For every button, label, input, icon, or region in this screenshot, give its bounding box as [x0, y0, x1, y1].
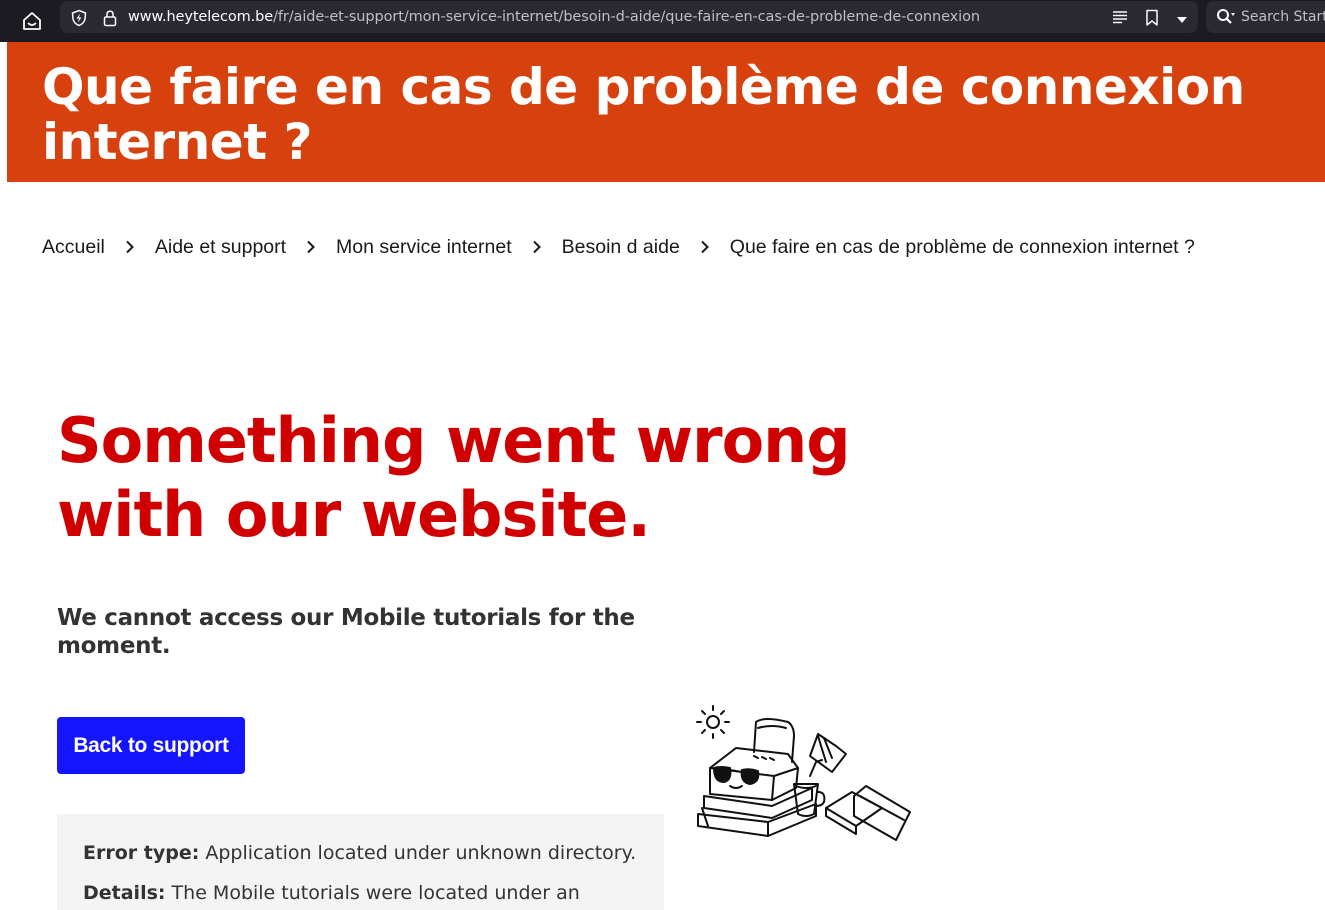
lock-icon[interactable] [102, 9, 118, 32]
error-type-value: Application located under unknown direct… [205, 842, 637, 864]
url-domain: www.heytelecom.be [128, 9, 274, 25]
url-path: /fr/aide-et-support/mon-service-internet… [273, 9, 980, 25]
chevron-right-icon [680, 240, 730, 254]
error-details-panel: Error type: Application located under un… [57, 814, 664, 910]
search-placeholder: Search Start [1241, 9, 1325, 25]
error-type-row: Error type: Application located under un… [83, 842, 636, 864]
breadcrumb-item-aide-et-support[interactable]: Aide et support [155, 236, 286, 259]
breadcrumb: Accueil Aide et support Mon service inte… [42, 233, 1195, 261]
browser-toolbar: www.heytelecom.be/fr/aide-et-support/mon… [0, 0, 1325, 42]
error-title-line-2: with our website. [57, 478, 651, 551]
breadcrumb-item-current: Que faire en cas de problème de connexio… [729, 235, 1195, 258]
chevron-right-icon [512, 240, 562, 254]
page-title: Que faire en cas de problème de connexio… [42, 58, 1245, 171]
breadcrumb-item-mon-service-internet[interactable]: Mon service internet [336, 236, 512, 259]
reader-view-icon[interactable] [1112, 10, 1128, 29]
url-text[interactable]: www.heytelecom.be/fr/aide-et-support/mon… [128, 1, 1128, 33]
chevron-right-icon [286, 240, 336, 254]
relaxing-router-illustration [686, 696, 918, 846]
page-hero-banner: Que faire en cas de problème de connexio… [7, 42, 1325, 182]
back-to-support-button[interactable]: Back to support [57, 717, 245, 774]
chevron-right-icon [105, 240, 155, 254]
error-subtitle: We cannot access our Mobile tutorials fo… [57, 605, 635, 659]
bookmark-icon[interactable] [1145, 9, 1159, 32]
home-icon[interactable] [16, 5, 48, 37]
search-box[interactable]: Search Start [1206, 1, 1325, 33]
error-title: Something went wrong with our website. [57, 404, 937, 552]
error-title-line-1: Something went wrong [57, 404, 851, 477]
tracking-protection-shield-icon[interactable] [70, 9, 88, 32]
error-type-label: Error type: [83, 842, 200, 864]
breadcrumb-item-accueil[interactable]: Accueil [42, 236, 105, 259]
error-details-label: Details: [83, 882, 166, 904]
breadcrumb-item-besoin-d-aide[interactable]: Besoin d aide [562, 236, 680, 259]
search-icon [1216, 8, 1236, 31]
error-details-row: Details: The Mobile tutorials were locat… [83, 882, 580, 904]
error-details-value: The Mobile tutorials were located under … [171, 882, 580, 904]
address-bar[interactable]: www.heytelecom.be/fr/aide-et-support/mon… [60, 1, 1198, 33]
chevron-down-icon[interactable] [1176, 12, 1188, 30]
